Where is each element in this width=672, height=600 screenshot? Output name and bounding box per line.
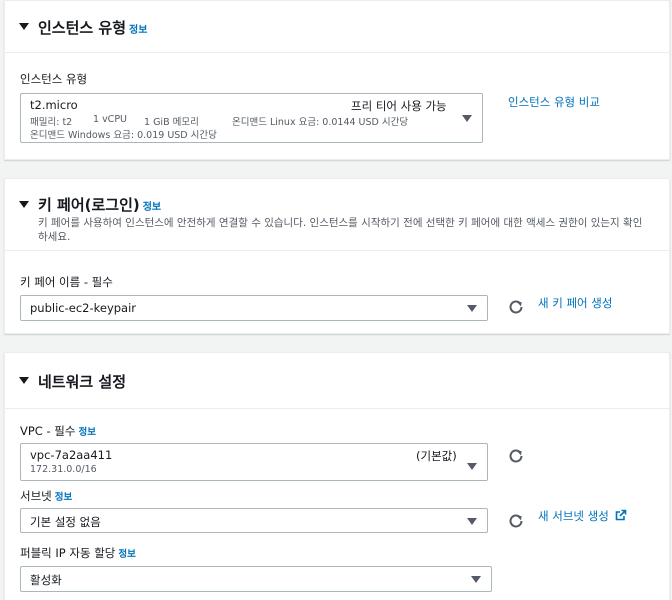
windows-price: 온디맨드 Windows 요금: 0.019 USD 시간당 — [30, 130, 217, 141]
key-pair-title: 키 페어(로그인) 정보 — [38, 196, 162, 214]
instance-type-field-label: 인스턴스 유형 — [20, 72, 88, 86]
free-tier-label: 프리 티어 사용 가능 — [351, 99, 447, 113]
linux-price: 온디맨드 Linux 요금: 0.0144 USD 시간당 — [232, 117, 409, 128]
instance-vcpu: 1 vCPU — [93, 114, 128, 125]
refresh-icon[interactable] — [507, 298, 525, 316]
subnet-select[interactable]: 기본 설정 없음 — [20, 508, 488, 533]
key-pair-header[interactable]: 키 페어(로그인) 정보 키 페어를 사용하여 인스턴스에 안전하게 연결할 수 … — [5, 179, 669, 251]
vpc-cidr: 172.31.0.0/16 — [30, 464, 97, 475]
info-link[interactable]: 정보 — [118, 549, 135, 560]
caret-down-icon — [467, 463, 477, 470]
vpc-value: vpc-7a2aa411 — [30, 448, 113, 462]
network-settings-header[interactable]: 네트워크 설정 — [5, 353, 669, 409]
instance-type-name: t2.micro — [30, 98, 78, 112]
caret-down-icon — [467, 305, 477, 312]
key-pair-description: 키 페어를 사용하여 인스턴스에 안전하게 연결할 수 있습니다. 인스턴스를 … — [38, 217, 643, 243]
subnet-value: 기본 설정 없음 — [30, 515, 101, 529]
instance-type-title: 인스턴스 유형 정보 — [38, 19, 148, 37]
instance-family: 패밀리: t2 — [30, 117, 73, 128]
caret-down-icon[interactable] — [19, 23, 29, 30]
refresh-icon[interactable] — [507, 447, 525, 465]
create-subnet-link[interactable]: 새 서브넷 생성 — [538, 508, 627, 524]
info-link[interactable]: 정보 — [78, 427, 95, 438]
create-key-pair-link[interactable]: 새 키 페어 생성 — [538, 295, 612, 311]
info-link[interactable]: 정보 — [129, 25, 147, 36]
caret-down-icon — [462, 115, 472, 122]
info-link[interactable]: 정보 — [143, 202, 161, 213]
compare-instance-types-link[interactable]: 인스턴스 유형 비교 — [508, 94, 600, 110]
key-pair-field-label: 키 페어 이름 - 필수 — [20, 275, 113, 289]
vpc-default-tag: (기본값) — [416, 449, 457, 463]
instance-type-select[interactable]: t2.micro 프리 티어 사용 가능 패밀리: t2 1 vCPU 1 Gi… — [20, 93, 483, 143]
vpc-label: VPC - 필수 정보 — [20, 424, 96, 438]
caret-down-icon — [467, 517, 477, 525]
subnet-label: 서브넷 정보 — [20, 489, 73, 503]
key-pair-panel: 키 페어(로그인) 정보 키 페어를 사용하여 인스턴스에 안전하게 연결할 수 … — [4, 178, 670, 334]
key-pair-select[interactable]: public-ec2-keypair — [20, 295, 488, 321]
public-ip-value: 활성화 — [30, 573, 62, 587]
public-ip-select[interactable]: 활성화 — [20, 566, 492, 592]
vpc-select[interactable]: vpc-7a2aa411 (기본값) 172.31.0.0/16 — [20, 443, 488, 481]
caret-down-icon[interactable] — [19, 201, 29, 208]
network-settings-title: 네트워크 설정 — [38, 373, 127, 391]
instance-type-header[interactable]: 인스턴스 유형 정보 — [5, 1, 669, 53]
public-ip-label: 퍼블릭 IP 자동 할당 정보 — [20, 546, 136, 560]
key-pair-value: public-ec2-keypair — [30, 301, 137, 315]
caret-down-icon — [471, 576, 481, 583]
refresh-icon[interactable] — [507, 512, 525, 530]
network-settings-panel: 네트워크 설정 VPC - 필수 정보 vpc-7a2aa411 (기본값) 17… — [4, 352, 670, 600]
instance-type-panel: 인스턴스 유형 정보 인스턴스 유형 t2.micro 프리 티어 사용 가능 패… — [4, 0, 670, 160]
instance-memory: 1 GiB 메모리 — [144, 117, 199, 128]
info-link[interactable]: 정보 — [55, 492, 72, 503]
caret-down-icon[interactable] — [19, 377, 29, 384]
external-link-icon — [616, 509, 627, 521]
